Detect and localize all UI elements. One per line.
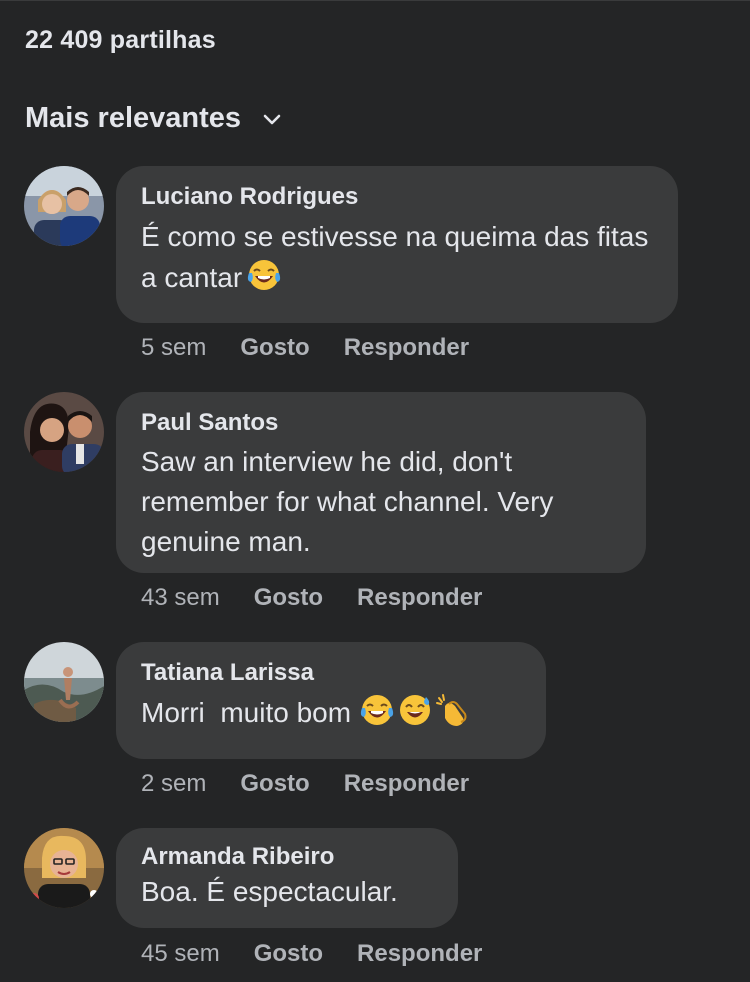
- like-button[interactable]: Gosto: [254, 584, 323, 612]
- comment-time[interactable]: 2 sem: [141, 770, 206, 798]
- comment-time[interactable]: 43 sem: [141, 584, 220, 612]
- reply-button[interactable]: Responder: [344, 770, 469, 798]
- like-button[interactable]: Gosto: [240, 770, 309, 798]
- comment-time[interactable]: 45 sem: [141, 940, 220, 968]
- comment-text: Saw an interview he did, don't remember …: [141, 446, 562, 557]
- comment-actions: 5 sem Gosto Responder: [141, 334, 469, 362]
- like-button[interactable]: Gosto: [254, 940, 323, 968]
- comment-author[interactable]: Tatiana Larissa: [141, 658, 522, 688]
- chevron-down-icon: [263, 114, 281, 124]
- comment-text: Boa. É espectacular.: [141, 876, 398, 907]
- laughing-tears-emoji: [248, 260, 281, 290]
- laughing-tears-emoji: [360, 695, 394, 725]
- sort-label: Mais relevantes: [25, 102, 242, 134]
- comment-author[interactable]: Paul Santos: [141, 408, 622, 438]
- like-button[interactable]: Gosto: [240, 334, 309, 362]
- comment-actions: 45 sem Gosto Responder: [141, 940, 482, 968]
- avatar[interactable]: [24, 166, 104, 246]
- comment-bubble: Luciano Rodrigues É como se estivesse na…: [116, 166, 678, 323]
- reply-button[interactable]: Responder: [344, 334, 469, 362]
- comment-bubble: Armanda Ribeiro Boa. É espectacular.: [116, 828, 458, 928]
- comment-actions: 43 sem Gosto Responder: [141, 584, 482, 612]
- comment-time[interactable]: 5 sem: [141, 334, 206, 362]
- avatar[interactable]: [24, 392, 104, 472]
- avatar[interactable]: [24, 642, 104, 722]
- avatar[interactable]: [24, 828, 104, 908]
- reply-button[interactable]: Responder: [357, 940, 482, 968]
- top-divider: [0, 0, 750, 1]
- clapping-hands-emoji: [436, 694, 467, 726]
- sort-dropdown[interactable]: Mais relevantes: [25, 102, 283, 135]
- comment-text: É como se estivesse na queima das fitas …: [141, 221, 657, 293]
- comment-author[interactable]: Armanda Ribeiro: [141, 842, 434, 872]
- comment-text: Morri muito bom: [141, 692, 522, 733]
- reply-button[interactable]: Responder: [357, 584, 482, 612]
- comment-author[interactable]: Luciano Rodrigues: [141, 182, 654, 212]
- comment-actions: 2 sem Gosto Responder: [141, 770, 469, 798]
- shares-count[interactable]: 22 409 partilhas: [25, 26, 216, 55]
- comment-bubble: Paul Santos Saw an interview he did, don…: [116, 392, 646, 573]
- comment-bubble: Tatiana Larissa Morri muito bom: [116, 642, 546, 759]
- sweat-smile-emoji: [400, 695, 431, 725]
